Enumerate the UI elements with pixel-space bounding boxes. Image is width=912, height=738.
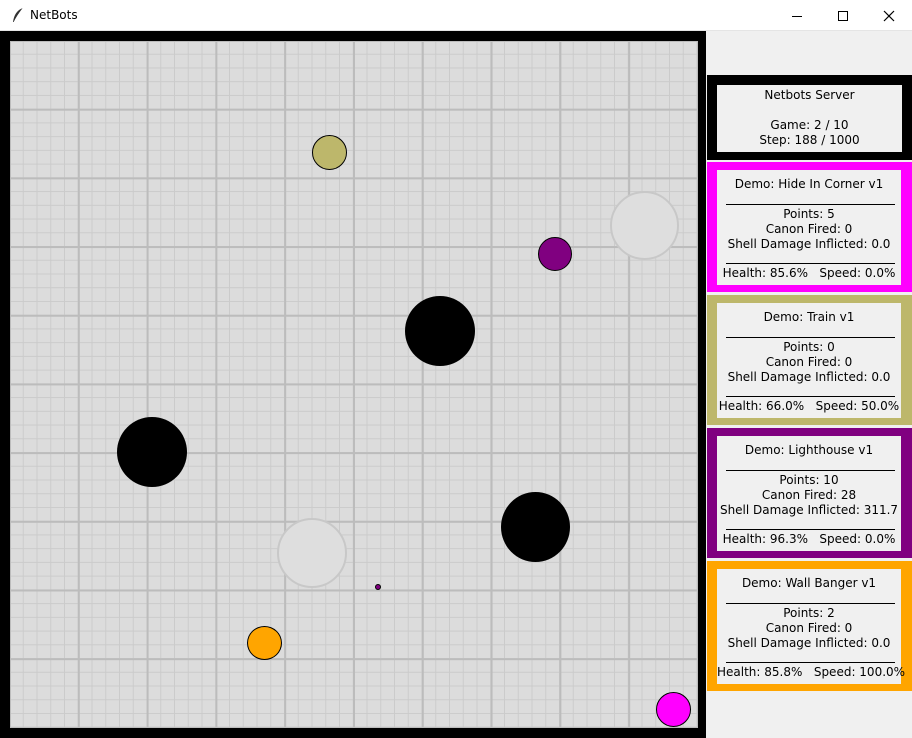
bot-damage: Shell Damage Inflicted: 0.0 (727, 237, 891, 251)
obstacle-circle (501, 492, 570, 562)
divider (726, 529, 895, 530)
bot-panel-lighthouse: Demo: Lighthouse v1 Points: 10 Canon Fir… (707, 428, 912, 558)
bot-name: Demo: Wall Banger v1 (741, 576, 877, 590)
bot-name: Demo: Lighthouse v1 (744, 443, 874, 457)
bot-points: Points: 5 (783, 207, 835, 221)
shell (375, 584, 381, 590)
bot-name: Demo: Train v1 (763, 310, 855, 324)
bot-canon-fired: Canon Fired: 0 (765, 621, 853, 635)
bot-status: Health: 96.3% Speed: 0.0% (722, 532, 896, 546)
bot-points: Points: 0 (783, 340, 835, 354)
bot-damage: Shell Damage Inflicted: 0.0 (727, 370, 891, 384)
divider (726, 337, 895, 338)
maximize-icon (838, 11, 848, 21)
bot-status: Health: 85.8% Speed: 100.0% (717, 665, 906, 679)
arena-grid (10, 41, 698, 728)
feather-icon (13, 7, 24, 23)
minimize-icon (792, 16, 802, 17)
server-name: Netbots Server (764, 88, 855, 102)
maximize-button[interactable] (820, 0, 866, 31)
divider (726, 603, 895, 604)
bot-canon-fired: Canon Fired: 0 (765, 222, 853, 236)
bot-panel-content: Demo: Lighthouse v1 Points: 10 Canon Fir… (717, 436, 901, 551)
divider (726, 662, 895, 663)
divider (726, 396, 895, 397)
bot-damage: Shell Damage Inflicted: 311.7 (719, 503, 899, 517)
close-button[interactable] (866, 0, 912, 31)
bot-damage: Shell Damage Inflicted: 0.0 (727, 636, 891, 650)
obstacle-circle (117, 417, 187, 487)
bot-panel-wall-banger: Demo: Wall Banger v1 Points: 2 Canon Fir… (707, 561, 912, 691)
bot-panel-content: Demo: Train v1 Points: 0 Canon Fired: 0 … (717, 303, 901, 418)
close-icon (883, 10, 895, 22)
bot-panel-train: Demo: Train v1 Points: 0 Canon Fired: 0 … (707, 295, 912, 425)
trap-circle (277, 518, 347, 588)
server-step: Step: 188 / 1000 (759, 133, 860, 147)
divider (726, 263, 895, 264)
bot-hide-in-corner (656, 692, 691, 727)
bot-canon-fired: Canon Fired: 28 (761, 488, 857, 502)
server-panel: Netbots Server Game: 2 / 10 Step: 188 / … (717, 85, 902, 152)
bot-name: Demo: Hide In Corner v1 (734, 177, 884, 191)
bot-panel-hide-in-corner: Demo: Hide In Corner v1 Points: 5 Canon … (707, 162, 912, 292)
bot-points: Points: 10 (779, 473, 839, 487)
bot-canon-fired: Canon Fired: 0 (765, 355, 853, 369)
server-game: Game: 2 / 10 (770, 118, 849, 132)
bot-wall-banger (247, 626, 282, 660)
trap-circle (610, 191, 679, 260)
bot-status: Health: 66.0% Speed: 50.0% (718, 399, 900, 413)
bot-panel-content: Demo: Hide In Corner v1 Points: 5 Canon … (717, 170, 901, 285)
bot-train (312, 135, 347, 170)
bot-status: Health: 85.6% Speed: 0.0% (722, 266, 896, 280)
bot-points: Points: 2 (783, 606, 835, 620)
title-bar: NetBots (0, 0, 912, 31)
minimize-button[interactable] (774, 0, 820, 31)
divider (726, 470, 895, 471)
divider (726, 204, 895, 205)
window-title: NetBots (30, 8, 78, 22)
bot-lighthouse (538, 237, 572, 271)
bot-panel-content: Demo: Wall Banger v1 Points: 2 Canon Fir… (717, 569, 906, 684)
obstacle-circle (405, 296, 475, 366)
